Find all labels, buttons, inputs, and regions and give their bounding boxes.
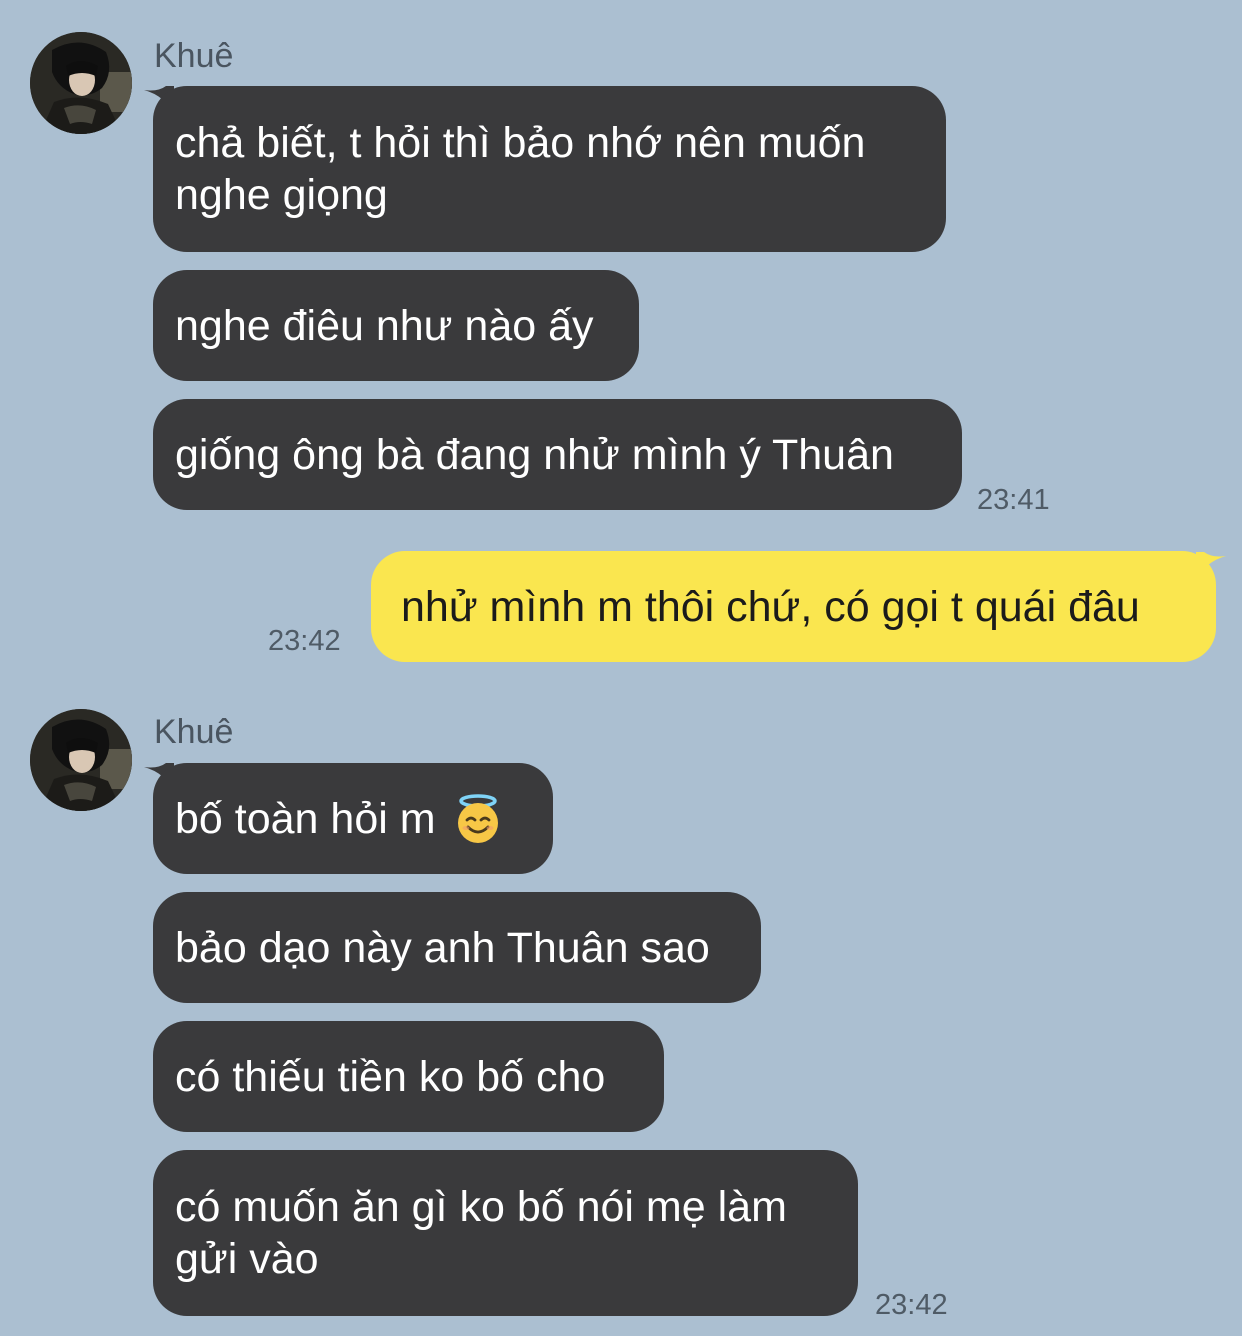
message-timestamp: 23:42 <box>875 1289 948 1321</box>
avatar[interactable] <box>30 32 132 134</box>
smiling-face-with-halo-icon <box>457 793 498 843</box>
message-bubble[interactable]: nghe điêu như nào ấy <box>153 270 639 381</box>
message-text: bố toàn hỏi m <box>175 794 448 843</box>
message-bubble[interactable]: có thiếu tiền ko bố cho <box>153 1021 664 1132</box>
message-timestamp: 23:41 <box>977 484 1050 516</box>
message-bubble[interactable]: có muốn ăn gì ko bố nói mẹ làm gửi vào <box>153 1150 858 1316</box>
message-timestamp: 23:42 <box>268 625 341 657</box>
message-bubble[interactable]: giống ông bà đang nhử mình ý Thuân <box>153 399 962 510</box>
outgoing-message-bubble[interactable]: nhử mình m thôi chứ, có gọi t quái đâu <box>371 551 1216 662</box>
bubble-tail <box>1196 552 1226 582</box>
message-bubble[interactable]: bố toàn hỏi m <box>153 763 553 874</box>
sender-name: Khuê <box>154 37 234 75</box>
avatar[interactable] <box>30 709 132 811</box>
sender-name: Khuê <box>154 713 234 751</box>
message-bubble[interactable]: bảo dạo này anh Thuân sao <box>153 892 761 1003</box>
message-bubble[interactable]: chả biết, t hỏi thì bảo nhớ nên muốn ngh… <box>153 86 946 252</box>
